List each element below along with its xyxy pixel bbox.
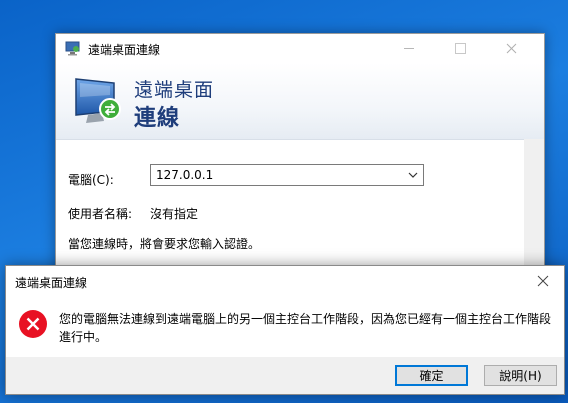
error-x-icon xyxy=(19,310,47,338)
remote-desktop-logo-icon xyxy=(75,78,121,123)
close-icon xyxy=(506,43,516,54)
dialog-title: 遠端桌面連線 xyxy=(15,276,88,290)
ok-button[interactable]: 確定 xyxy=(395,365,468,386)
chevron-down-icon[interactable] xyxy=(407,169,419,181)
maximize-button[interactable] xyxy=(437,34,483,63)
computer-label: 電腦(C): xyxy=(68,173,114,187)
dialog-titlebar[interactable]: 遠端桌面連線 xyxy=(6,266,564,296)
computer-combobox[interactable]: 127.0.0.1 xyxy=(150,164,424,186)
computer-value[interactable]: 127.0.0.1 xyxy=(156,168,213,182)
window-close-button[interactable] xyxy=(488,34,534,63)
window-title: 遠端桌面連線 xyxy=(88,43,161,57)
credentials-note: 當您連線時，將會要求您輸入認證。 xyxy=(68,237,261,251)
header-title-line1: 遠端桌面 xyxy=(134,79,215,101)
username-label: 使用者名稱: xyxy=(68,207,133,221)
minimize-icon xyxy=(404,48,414,49)
header-title-line2: 連線 xyxy=(134,106,181,131)
window-header-banner: 遠端桌面 連線 xyxy=(56,63,544,140)
remote-desktop-icon xyxy=(65,41,80,56)
window-titlebar[interactable]: 遠端桌面連線 xyxy=(56,34,544,63)
maximize-icon xyxy=(454,43,466,54)
help-button[interactable]: 說明(H) xyxy=(484,365,557,386)
dialog-button-bar: 確定 說明(H) xyxy=(6,357,564,394)
error-dialog: 遠端桌面連線 您的電腦無法連線到遠端電腦上的另一個主控台工作階段，因為您已經有一… xyxy=(5,265,565,395)
desktop-background: ck 遠端桌面連線 xyxy=(0,0,568,403)
error-message: 您的電腦無法連線到遠端電腦上的另一個主控台工作階段，因為您已經有一個主控台工作階… xyxy=(59,312,552,344)
username-value: 沒有指定 xyxy=(150,207,199,221)
close-icon[interactable] xyxy=(534,272,552,290)
minimize-button[interactable] xyxy=(386,34,432,63)
